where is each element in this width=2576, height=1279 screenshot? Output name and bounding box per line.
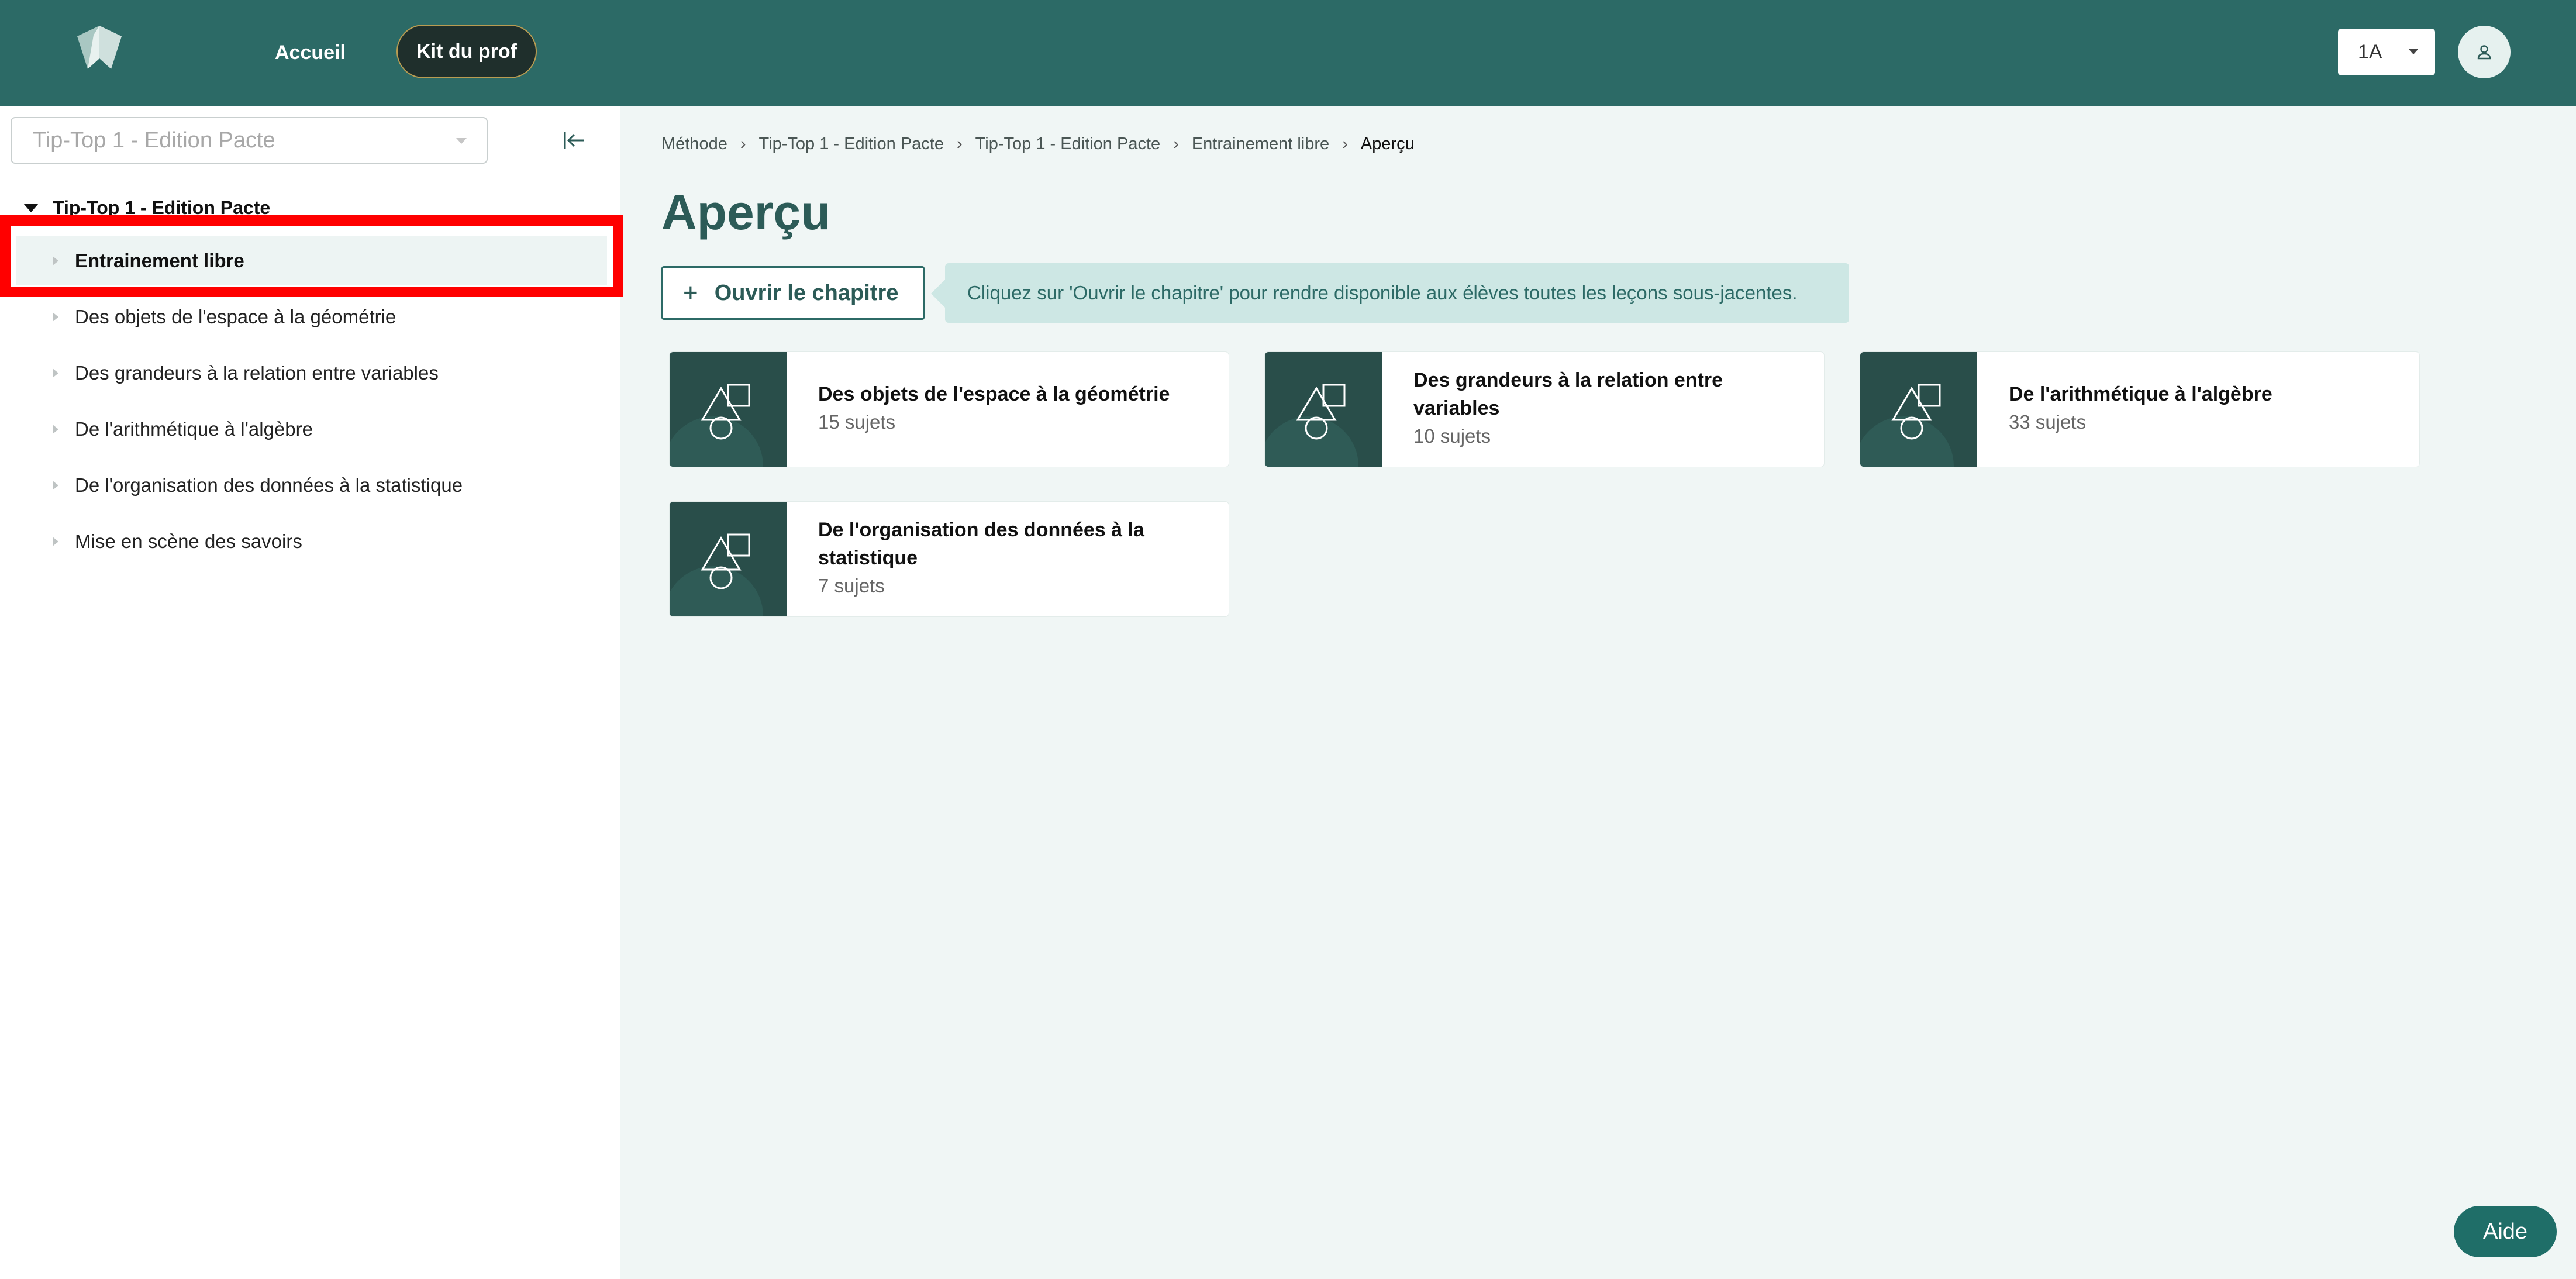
collapse-left-icon: [564, 132, 584, 149]
tree-item-label: De l'arithmétique à l'algèbre: [75, 418, 313, 440]
caret-down-icon: [23, 203, 39, 212]
tree-item-geometrie[interactable]: Des objets de l'espace à la géométrie: [16, 292, 607, 342]
user-icon: [2477, 45, 2491, 60]
chapter-card[interactable]: De l'arithmétique à l'algèbre 33 sujets: [1860, 352, 2419, 467]
caret-right-icon: [53, 312, 58, 322]
class-select[interactable]: 1A: [2338, 29, 2435, 75]
highlight-box: [0, 215, 623, 297]
breadcrumb-separator: ›: [1173, 134, 1179, 153]
breadcrumb-link[interactable]: Entrainement libre: [1192, 135, 1329, 154]
chapter-card-title: De l'arithmétique à l'algèbre: [2009, 383, 2272, 405]
chapter-card[interactable]: De l'organisation des données à la stati…: [670, 502, 1229, 616]
hint-pointer: [931, 278, 946, 309]
help-button[interactable]: Aide: [2454, 1206, 2557, 1257]
chapter-card[interactable]: Des grandeurs à la relation entre variab…: [1265, 352, 1824, 467]
tree-item-statistique[interactable]: De l'organisation des données à la stati…: [16, 461, 607, 510]
breadcrumb: Méthode › Tip-Top 1 - Edition Pacte › Ti…: [661, 132, 1415, 156]
plus-icon: +: [683, 278, 698, 307]
nav-home-link[interactable]: Accueil: [275, 35, 346, 70]
chapter-thumbnail: [670, 502, 787, 616]
chapter-card-title: Des objets de l'espace à la géométrie: [818, 383, 1170, 405]
chapter-card-count: 7 sujets: [818, 575, 885, 597]
breadcrumb-current: Aperçu: [1360, 134, 1415, 153]
open-chapter-label: Ouvrir le chapitre: [714, 280, 899, 305]
chapter-thumbnail: [1265, 352, 1382, 467]
chevron-down-icon: [2408, 49, 2419, 54]
geometry-shapes-icon: [701, 384, 750, 440]
top-navigation-bar: Accueil Kit du prof 1A: [0, 0, 2576, 106]
collapse-sidebar-button[interactable]: [557, 124, 592, 157]
tree-item-arithmetique[interactable]: De l'arithmétique à l'algèbre: [16, 405, 607, 454]
breadcrumb-link[interactable]: Méthode: [661, 135, 727, 154]
breadcrumb-link[interactable]: Tip-Top 1 - Edition Pacte: [975, 135, 1160, 154]
app-logo-icon[interactable]: [70, 23, 129, 73]
chapter-thumbnail: [1860, 352, 1977, 467]
chapter-card-title: De l'organisation des données à la stati…: [818, 519, 1144, 569]
geometry-shapes-icon: [1296, 384, 1346, 440]
tree-item-label: Mise en scène des savoirs: [75, 530, 302, 552]
tree-item-label: Des grandeurs à la relation entre variab…: [75, 362, 439, 384]
chevron-down-icon: [456, 138, 467, 144]
tree-item-mise-en-scene[interactable]: Mise en scène des savoirs: [16, 517, 607, 566]
user-avatar-button[interactable]: [2458, 26, 2511, 78]
geometry-shapes-icon: [1891, 384, 1941, 440]
info-hint: Cliquez sur 'Ouvrir le chapitre' pour re…: [945, 263, 1849, 323]
breadcrumb-separator: ›: [957, 134, 963, 153]
caret-right-icon: [53, 537, 58, 546]
nav-teacher-kit-button[interactable]: Kit du prof: [396, 25, 537, 78]
geometry-shapes-icon: [701, 533, 750, 589]
open-chapter-button[interactable]: + Ouvrir le chapitre: [661, 266, 925, 320]
chapter-card-count: 10 sujets: [1413, 425, 1491, 447]
tree-item-label: Des objets de l'espace à la géométrie: [75, 306, 396, 327]
class-select-value: 1A: [2358, 40, 2382, 63]
tree-item-label: De l'organisation des données à la stati…: [75, 474, 463, 496]
book-select[interactable]: Tip-Top 1 - Edition Pacte: [11, 117, 488, 164]
page-title: Aperçu: [661, 185, 831, 240]
chapter-card-title: Des grandeurs à la relation entre variab…: [1413, 369, 1723, 419]
chapter-card-count: 33 sujets: [2009, 411, 2087, 433]
chapter-card[interactable]: Des objets de l'espace à la géométrie 15…: [670, 352, 1229, 467]
breadcrumb-separator: ›: [1342, 134, 1348, 153]
chapter-thumbnail: [670, 352, 787, 467]
caret-right-icon: [53, 368, 58, 378]
breadcrumb-separator: ›: [740, 134, 746, 153]
caret-right-icon: [53, 425, 58, 434]
caret-right-icon: [53, 481, 58, 490]
breadcrumb-link[interactable]: Tip-Top 1 - Edition Pacte: [759, 135, 944, 154]
chapter-card-count: 15 sujets: [818, 411, 896, 433]
book-select-value: Tip-Top 1 - Edition Pacte: [33, 127, 275, 153]
tree-item-grandeurs[interactable]: Des grandeurs à la relation entre variab…: [16, 349, 607, 398]
